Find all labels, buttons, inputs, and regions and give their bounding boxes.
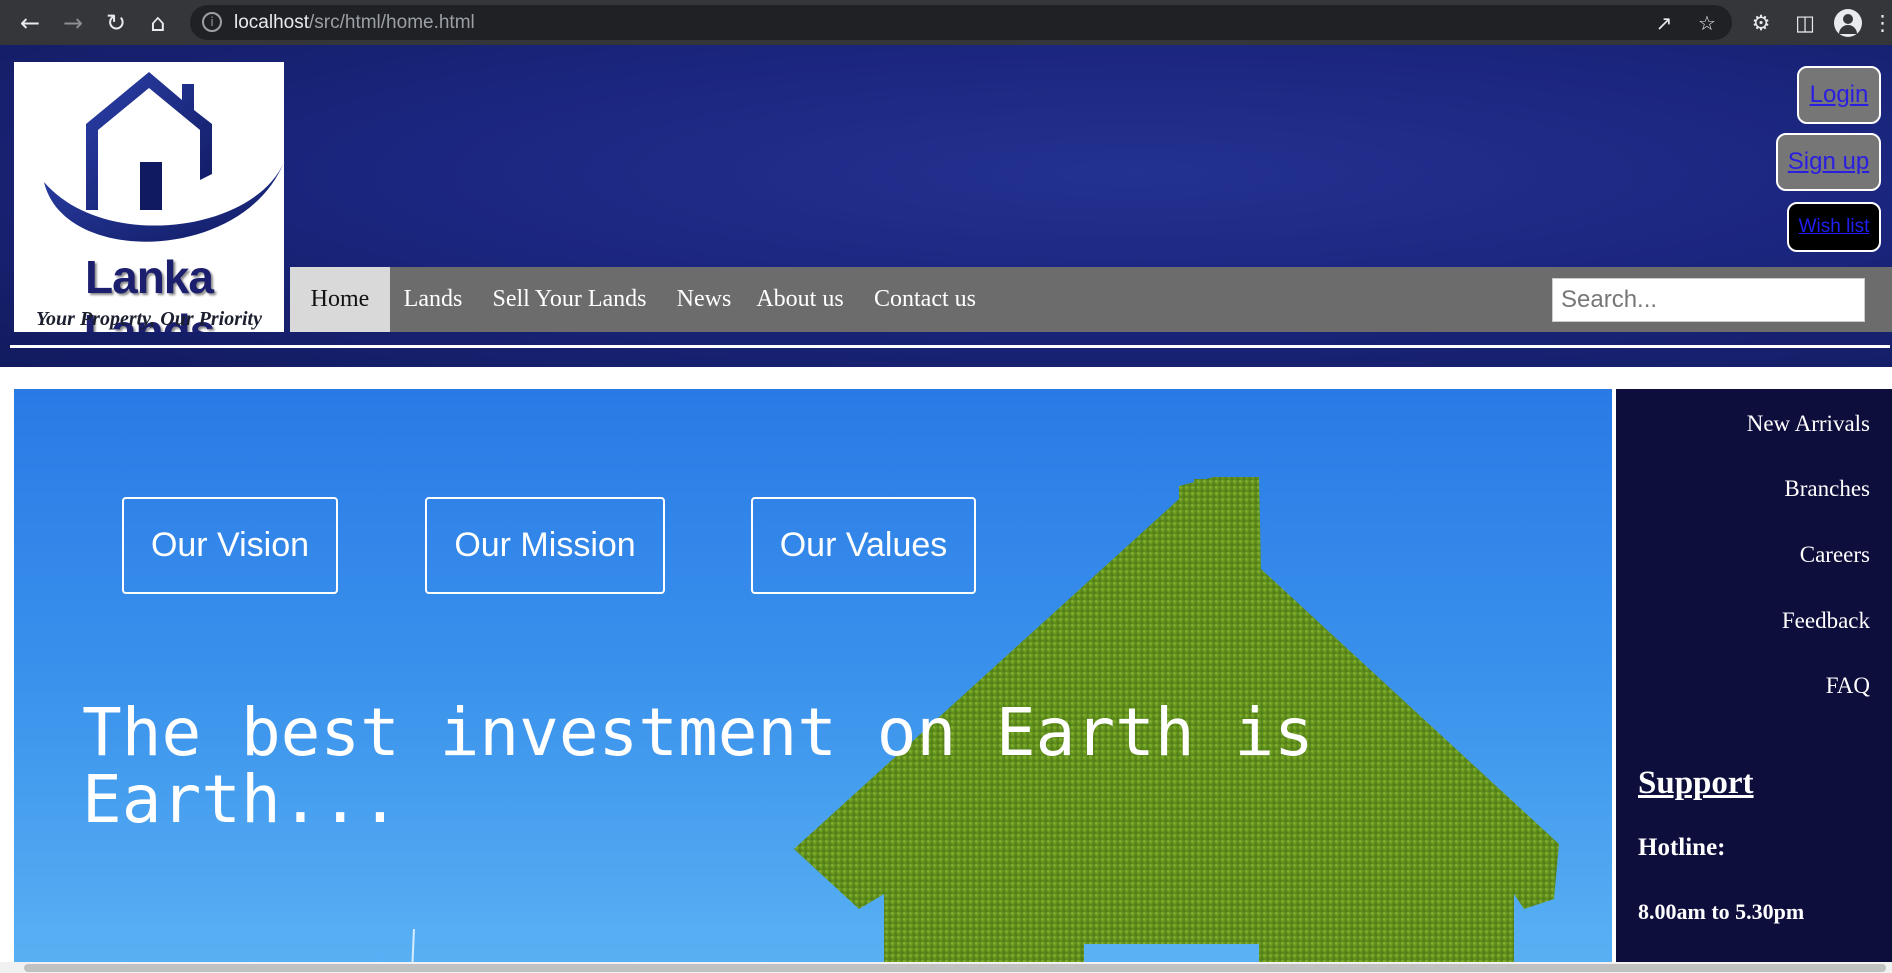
- support-hours: 8.00am to 5.30pm: [1638, 899, 1805, 924]
- nav-item-contact-us[interactable]: Contact us: [855, 267, 995, 332]
- share-icon[interactable]: ↗: [1650, 9, 1678, 37]
- url-host: localhost: [234, 12, 309, 33]
- browser-toolbar: ← → ↻ ⌂ i localhost/src/html/home.html ↗…: [0, 0, 1892, 45]
- sidebar-link-new-arrivals[interactable]: New Arrivals: [1747, 411, 1870, 437]
- home-icon[interactable]: ⌂: [142, 7, 174, 39]
- site-header: Lanka Lands Your Property, Our Priority …: [0, 45, 1892, 367]
- sidebar-link-careers[interactable]: Careers: [1800, 542, 1870, 568]
- nav-item-sell-your-lands[interactable]: Sell Your Lands: [476, 267, 663, 332]
- search-input[interactable]: [1552, 278, 1865, 322]
- login-button[interactable]: Login: [1797, 66, 1881, 124]
- nav-item-about-us[interactable]: About us: [745, 267, 855, 332]
- kebab-menu-icon[interactable]: ⋮: [1872, 7, 1892, 39]
- scrollbar-thumb[interactable]: [24, 964, 1886, 972]
- login-link[interactable]: Login: [1810, 81, 1869, 108]
- reload-icon[interactable]: ↻: [100, 7, 132, 39]
- signup-link[interactable]: Sign up: [1788, 148, 1869, 175]
- back-arrow-icon[interactable]: ←: [14, 7, 46, 39]
- horizontal-scrollbar[interactable]: [0, 962, 1892, 973]
- sidebar-link-branches[interactable]: Branches: [1784, 476, 1870, 502]
- house-logo-icon: [44, 72, 284, 242]
- nav-item-lands[interactable]: Lands: [390, 267, 476, 332]
- nav-item-home[interactable]: Home: [290, 267, 390, 332]
- hero-banner: Our Vision Our Mission Our Values The be…: [14, 389, 1612, 973]
- right-sidebar: New Arrivals Branches Careers Feedback F…: [1614, 387, 1892, 973]
- sidebar-link-feedback[interactable]: Feedback: [1782, 608, 1870, 634]
- hotline-label: Hotline:: [1638, 834, 1726, 861]
- our-vision-box[interactable]: Our Vision: [122, 497, 338, 594]
- star-icon[interactable]: ☆: [1693, 9, 1721, 37]
- url-text[interactable]: localhost/src/html/home.html: [234, 12, 475, 34]
- forward-arrow-icon[interactable]: →: [57, 7, 89, 39]
- url-path: /src/html/home.html: [309, 12, 475, 33]
- wishlist-button[interactable]: Wish list: [1787, 202, 1881, 252]
- wishlist-link[interactable]: Wish list: [1799, 216, 1870, 237]
- our-values-box[interactable]: Our Values: [751, 497, 976, 594]
- logo-tagline: Your Property, Our Priority: [36, 308, 262, 330]
- signup-button[interactable]: Sign up: [1776, 133, 1881, 191]
- nav-item-news[interactable]: News: [663, 267, 745, 332]
- grass-house-image: [411, 477, 1559, 973]
- site-logo[interactable]: Lanka Lands Your Property, Our Priority: [14, 62, 284, 332]
- sidebar-link-faq[interactable]: FAQ: [1826, 673, 1870, 699]
- support-heading[interactable]: Support: [1638, 765, 1754, 802]
- main-nav: Home Lands Sell Your Lands News About us…: [290, 267, 1892, 332]
- side-panel-icon[interactable]: ◫: [1789, 7, 1821, 39]
- puzzle-icon[interactable]: ⚙: [1745, 7, 1777, 39]
- hero-quote: The best investment on Earth is Earth...: [82, 694, 1314, 838]
- address-bar[interactable]: i localhost/src/html/home.html ↗ ☆: [190, 5, 1732, 40]
- profile-icon[interactable]: [1834, 9, 1862, 37]
- info-icon[interactable]: i: [202, 12, 222, 32]
- our-mission-box[interactable]: Our Mission: [425, 497, 665, 594]
- header-divider: [10, 345, 1890, 348]
